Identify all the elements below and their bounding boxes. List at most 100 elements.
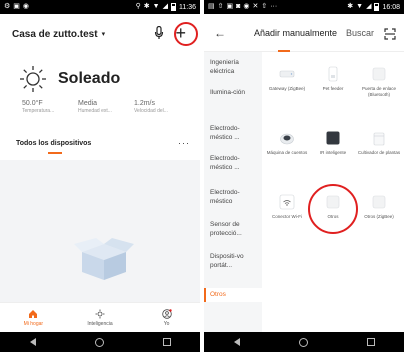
location-icon: ⚲ — [135, 3, 141, 10]
battery-icon — [171, 3, 176, 11]
notification-icon: ◉ — [243, 3, 250, 10]
category-item-active[interactable]: Otros — [204, 288, 262, 302]
device-wifi-connector[interactable]: Conector Wi-Fi — [264, 194, 310, 220]
android-nav-bar — [204, 332, 404, 352]
devices-header: Todos los dispositivos ··· — [16, 138, 190, 148]
notification-icon: ▤ — [208, 3, 215, 10]
more-notifications-icon: ··· — [270, 3, 278, 10]
notification-icon: ⇧ — [261, 3, 268, 10]
app-icon: ◉ — [22, 3, 30, 10]
gateway-icon — [279, 70, 295, 78]
ir-icon — [326, 131, 340, 145]
stat-wind: 1.2m/s Velocidad del... — [134, 100, 190, 114]
top-bar: ← Añadir manualmente Buscar — [204, 14, 404, 52]
signal-icon: ◢ — [162, 3, 168, 10]
home-screen: ⚙ ▣ ◉ ⚲ ✱ ▼ ◢ 11:36 Casa de zutto.test ▾… — [0, 0, 200, 352]
stat-humidity: Media Humedad ext... — [78, 100, 134, 114]
notification-icon: ◙ — [236, 3, 241, 10]
tab-add-manually[interactable]: Añadir manualmente — [254, 28, 337, 38]
device-ir[interactable]: IR inteligente — [310, 130, 356, 156]
home-button-icon[interactable] — [94, 337, 104, 347]
device-bluetooth-gateway[interactable]: Puerta de enlace (Bluetooth) — [356, 66, 402, 98]
device-label: Conector Wi-Fi — [271, 214, 302, 219]
recents-icon[interactable] — [162, 338, 171, 346]
category-item[interactable]: Sensor de protecció... — [204, 220, 262, 238]
devices-area — [0, 160, 200, 302]
stat-label: Humedad ext... — [78, 108, 112, 114]
device-gateway-zigbee[interactable]: Gateway (ZigBee) — [264, 66, 310, 92]
device-label: Gateway (ZigBee) — [268, 86, 306, 91]
highlight-circle-add — [174, 22, 198, 46]
device-label: Máquina de cuentos — [266, 150, 308, 155]
notification-icon: ▣ — [226, 3, 234, 10]
device-label: Cultivador de plantas — [357, 150, 401, 155]
stat-value: Media — [78, 100, 98, 107]
microphone-icon[interactable] — [154, 26, 164, 40]
add-device-screen: ▤ ⇧ ▣ ◙ ◉ ✕ ⇧ ··· ✱ ▼ ◢ 16:08 ← Añadir m… — [204, 0, 404, 352]
back-icon[interactable] — [233, 338, 240, 346]
status-bar: ▤ ⇧ ▣ ◙ ◉ ✕ ⇧ ··· ✱ ▼ ◢ 16:08 — [204, 0, 404, 14]
tab-search[interactable]: Buscar — [346, 28, 374, 38]
nav-label: Inteligencia — [87, 320, 113, 327]
home-header: Casa de zutto.test ▾ + — [12, 24, 192, 44]
home-button-icon[interactable] — [298, 337, 308, 347]
empty-box-illustration — [74, 238, 134, 280]
chevron-down-icon[interactable]: ▾ — [102, 30, 106, 38]
notification-icon: ⇧ — [217, 3, 224, 10]
android-nav-bar — [0, 332, 200, 352]
device-story-machine[interactable]: Máquina de cuentos — [264, 130, 310, 156]
back-arrow-icon[interactable]: ← — [214, 26, 226, 40]
stat-value: 1.2m/s — [134, 100, 156, 107]
wifi-icon: ▼ — [152, 3, 160, 10]
device-pet-feeder[interactable]: Pet feeder — [310, 66, 356, 92]
category-item[interactable]: Ilumina-ción — [204, 88, 262, 97]
highlight-circle-otros — [308, 184, 358, 234]
stat-value: 50.0°F — [22, 100, 43, 107]
story-machine-icon — [280, 133, 294, 145]
stat-label: Velocidad del... — [134, 108, 168, 114]
device-plant-grower[interactable]: Cultivador de plantas — [356, 130, 402, 156]
scan-icon[interactable] — [384, 28, 396, 40]
status-time: 16:08 — [382, 3, 400, 11]
tab-indicator — [278, 50, 290, 52]
pet-feeder-icon — [328, 66, 338, 82]
other-zigbee-icon — [372, 195, 386, 209]
weather-condition: Soleado — [58, 70, 121, 87]
tab-all-devices[interactable]: Todos los dispositivos — [16, 140, 91, 147]
category-item[interactable]: Dispositi-vo portát... — [204, 252, 262, 270]
person-icon — [161, 308, 172, 319]
category-item[interactable]: Ingeniería eléctrica — [204, 58, 262, 76]
device-other-zigbee[interactable]: Otros (ZigBee) — [356, 194, 402, 220]
category-list: Ingeniería eléctrica Ilumina-ción Electr… — [204, 52, 262, 332]
device-label: Otros (ZigBee) — [364, 214, 394, 219]
bluetooth-gateway-icon — [372, 67, 386, 81]
home-title[interactable]: Casa de zutto.test — [12, 29, 98, 40]
more-options-icon[interactable]: ··· — [178, 138, 190, 148]
bluetooth-icon: ✱ — [347, 3, 354, 10]
category-item[interactable]: Electrodo-méstico ... — [204, 124, 262, 142]
stat-label: Temperatura... — [22, 108, 55, 114]
back-icon[interactable] — [29, 338, 36, 346]
device-label: Puerta de enlace (Bluetooth) — [361, 86, 397, 97]
nav-label: Mi hogar — [23, 320, 44, 327]
tab-indicator — [48, 152, 62, 154]
battery-icon — [374, 3, 380, 11]
nav-my-home[interactable]: Mi hogar — [3, 309, 63, 327]
wifi-icon: ▼ — [356, 3, 364, 10]
stat-temperature: 50.0°F Temperatura... — [22, 100, 78, 114]
device-label: Pet feeder — [322, 86, 344, 91]
nav-me[interactable]: Yo — [137, 308, 197, 327]
sun-icon — [95, 309, 105, 318]
wifi-connector-icon — [279, 194, 295, 210]
bottom-navigation: Mi hogar Inteligencia Yo — [0, 302, 200, 332]
sun-icon — [20, 66, 46, 92]
category-item[interactable]: Electrodo-méstico — [204, 188, 262, 206]
signal-icon: ◢ — [366, 3, 372, 10]
category-item[interactable]: Electrodo-méstico ... — [204, 154, 262, 172]
image-icon: ▣ — [13, 3, 20, 10]
home-icon — [29, 309, 38, 318]
recents-icon[interactable] — [366, 338, 375, 346]
status-bar: ⚙ ▣ ◉ ⚲ ✱ ▼ ◢ 11:36 — [0, 0, 200, 14]
weather-stats: 50.0°F Temperatura... Media Humedad ext.… — [22, 100, 190, 114]
nav-intelligence[interactable]: Inteligencia — [70, 309, 130, 327]
